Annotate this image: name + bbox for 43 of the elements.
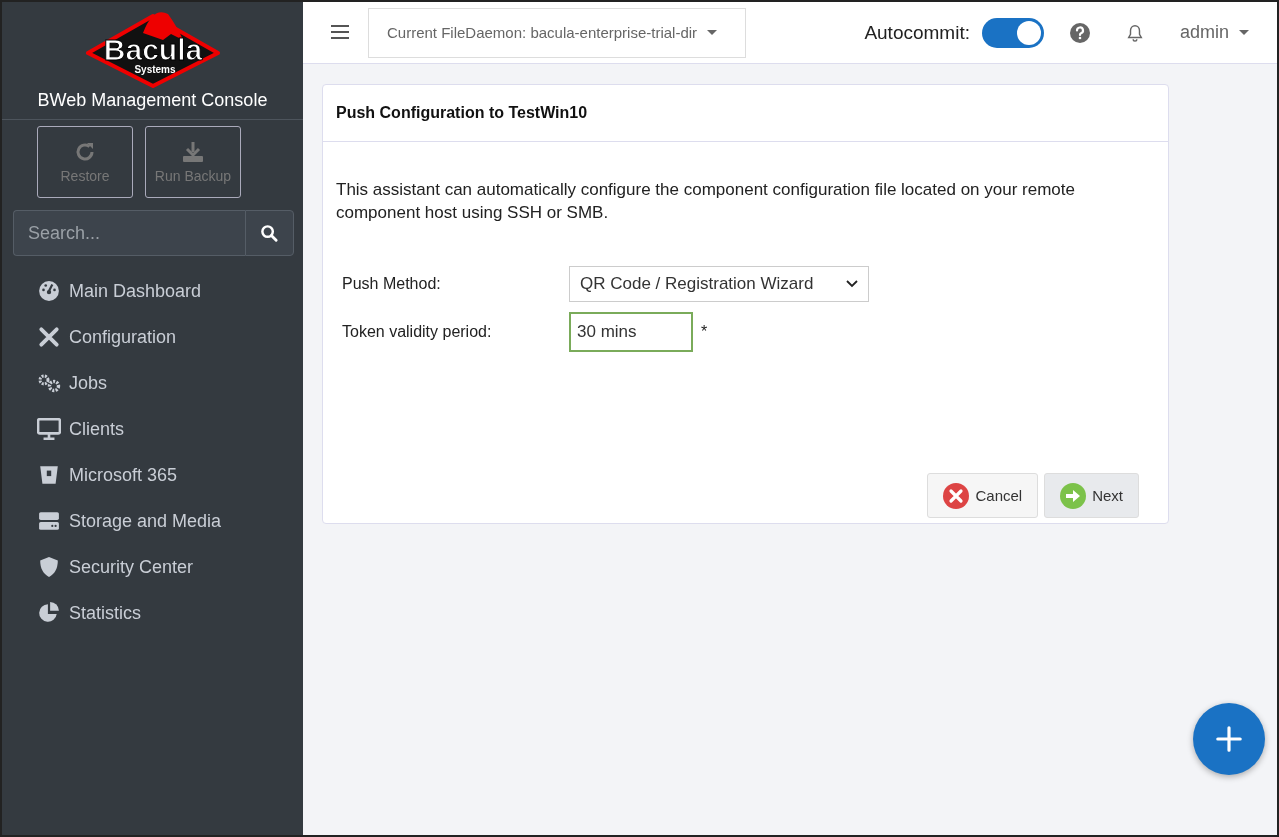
gauge-icon bbox=[37, 280, 61, 302]
required-mark: * bbox=[701, 323, 708, 341]
pie-chart-icon bbox=[37, 602, 61, 624]
autocommit-label: Autocommit: bbox=[864, 21, 970, 44]
help-icon[interactable] bbox=[1069, 22, 1090, 43]
gears-icon bbox=[37, 372, 61, 394]
filedaemon-dropdown[interactable]: Current FileDaemon: bacula-enterprise-trial-dir bbox=[368, 7, 746, 58]
user-menu[interactable]: admin bbox=[1179, 22, 1249, 43]
field-label: Token validity period: bbox=[342, 323, 493, 341]
sidebar-item[interactable]: Configuration bbox=[69, 326, 177, 348]
cancel-button[interactable]: Cancel bbox=[927, 473, 1039, 518]
sidebar-item[interactable]: Security Center bbox=[69, 556, 194, 578]
arrow-circle-icon bbox=[1060, 482, 1087, 509]
card-title: Push Configuration to TestWin10 bbox=[336, 104, 588, 122]
next-button[interactable]: Next bbox=[1044, 473, 1139, 518]
app-title: BWeb Management Console bbox=[2, 88, 303, 120]
sidebar-item[interactable]: Clients bbox=[69, 418, 125, 440]
add-button[interactable] bbox=[1193, 703, 1265, 775]
x-circle-icon bbox=[943, 482, 970, 509]
sidebar-item[interactable]: Storage and Media bbox=[69, 510, 222, 532]
monitor-icon bbox=[37, 418, 61, 440]
caret-icon bbox=[1239, 30, 1249, 35]
shield-icon bbox=[37, 556, 61, 578]
server-icon bbox=[37, 510, 61, 532]
sidebar-item[interactable]: Microsoft 365 bbox=[69, 464, 178, 486]
sidebar-item[interactable]: Statistics bbox=[69, 602, 142, 624]
sidebar-item[interactable]: Jobs bbox=[69, 372, 108, 394]
sidebar-item[interactable]: Main Dashboard bbox=[69, 280, 202, 302]
caret-icon bbox=[707, 30, 718, 35]
chevron-icon bbox=[846, 280, 858, 288]
menu-icon[interactable] bbox=[331, 23, 349, 42]
autocommit-toggle[interactable] bbox=[981, 17, 1044, 48]
field-label: Push Method: bbox=[342, 275, 442, 293]
download-icon bbox=[181, 140, 205, 164]
bucket-icon bbox=[37, 464, 61, 486]
plus-icon bbox=[1215, 725, 1243, 753]
token-input[interactable]: 30 mins bbox=[569, 312, 693, 352]
search-icon bbox=[260, 223, 279, 243]
intro-text: This assistant can automatically configure the component configuration file located on your remote component host using SSH or SMB. bbox=[336, 179, 1076, 224]
search-button[interactable] bbox=[245, 210, 294, 256]
bell-icon[interactable] bbox=[1125, 22, 1144, 43]
search-field[interactable]: Search... bbox=[13, 210, 245, 256]
push-method-select[interactable]: QR Code / Registration Wizard bbox=[569, 266, 869, 302]
